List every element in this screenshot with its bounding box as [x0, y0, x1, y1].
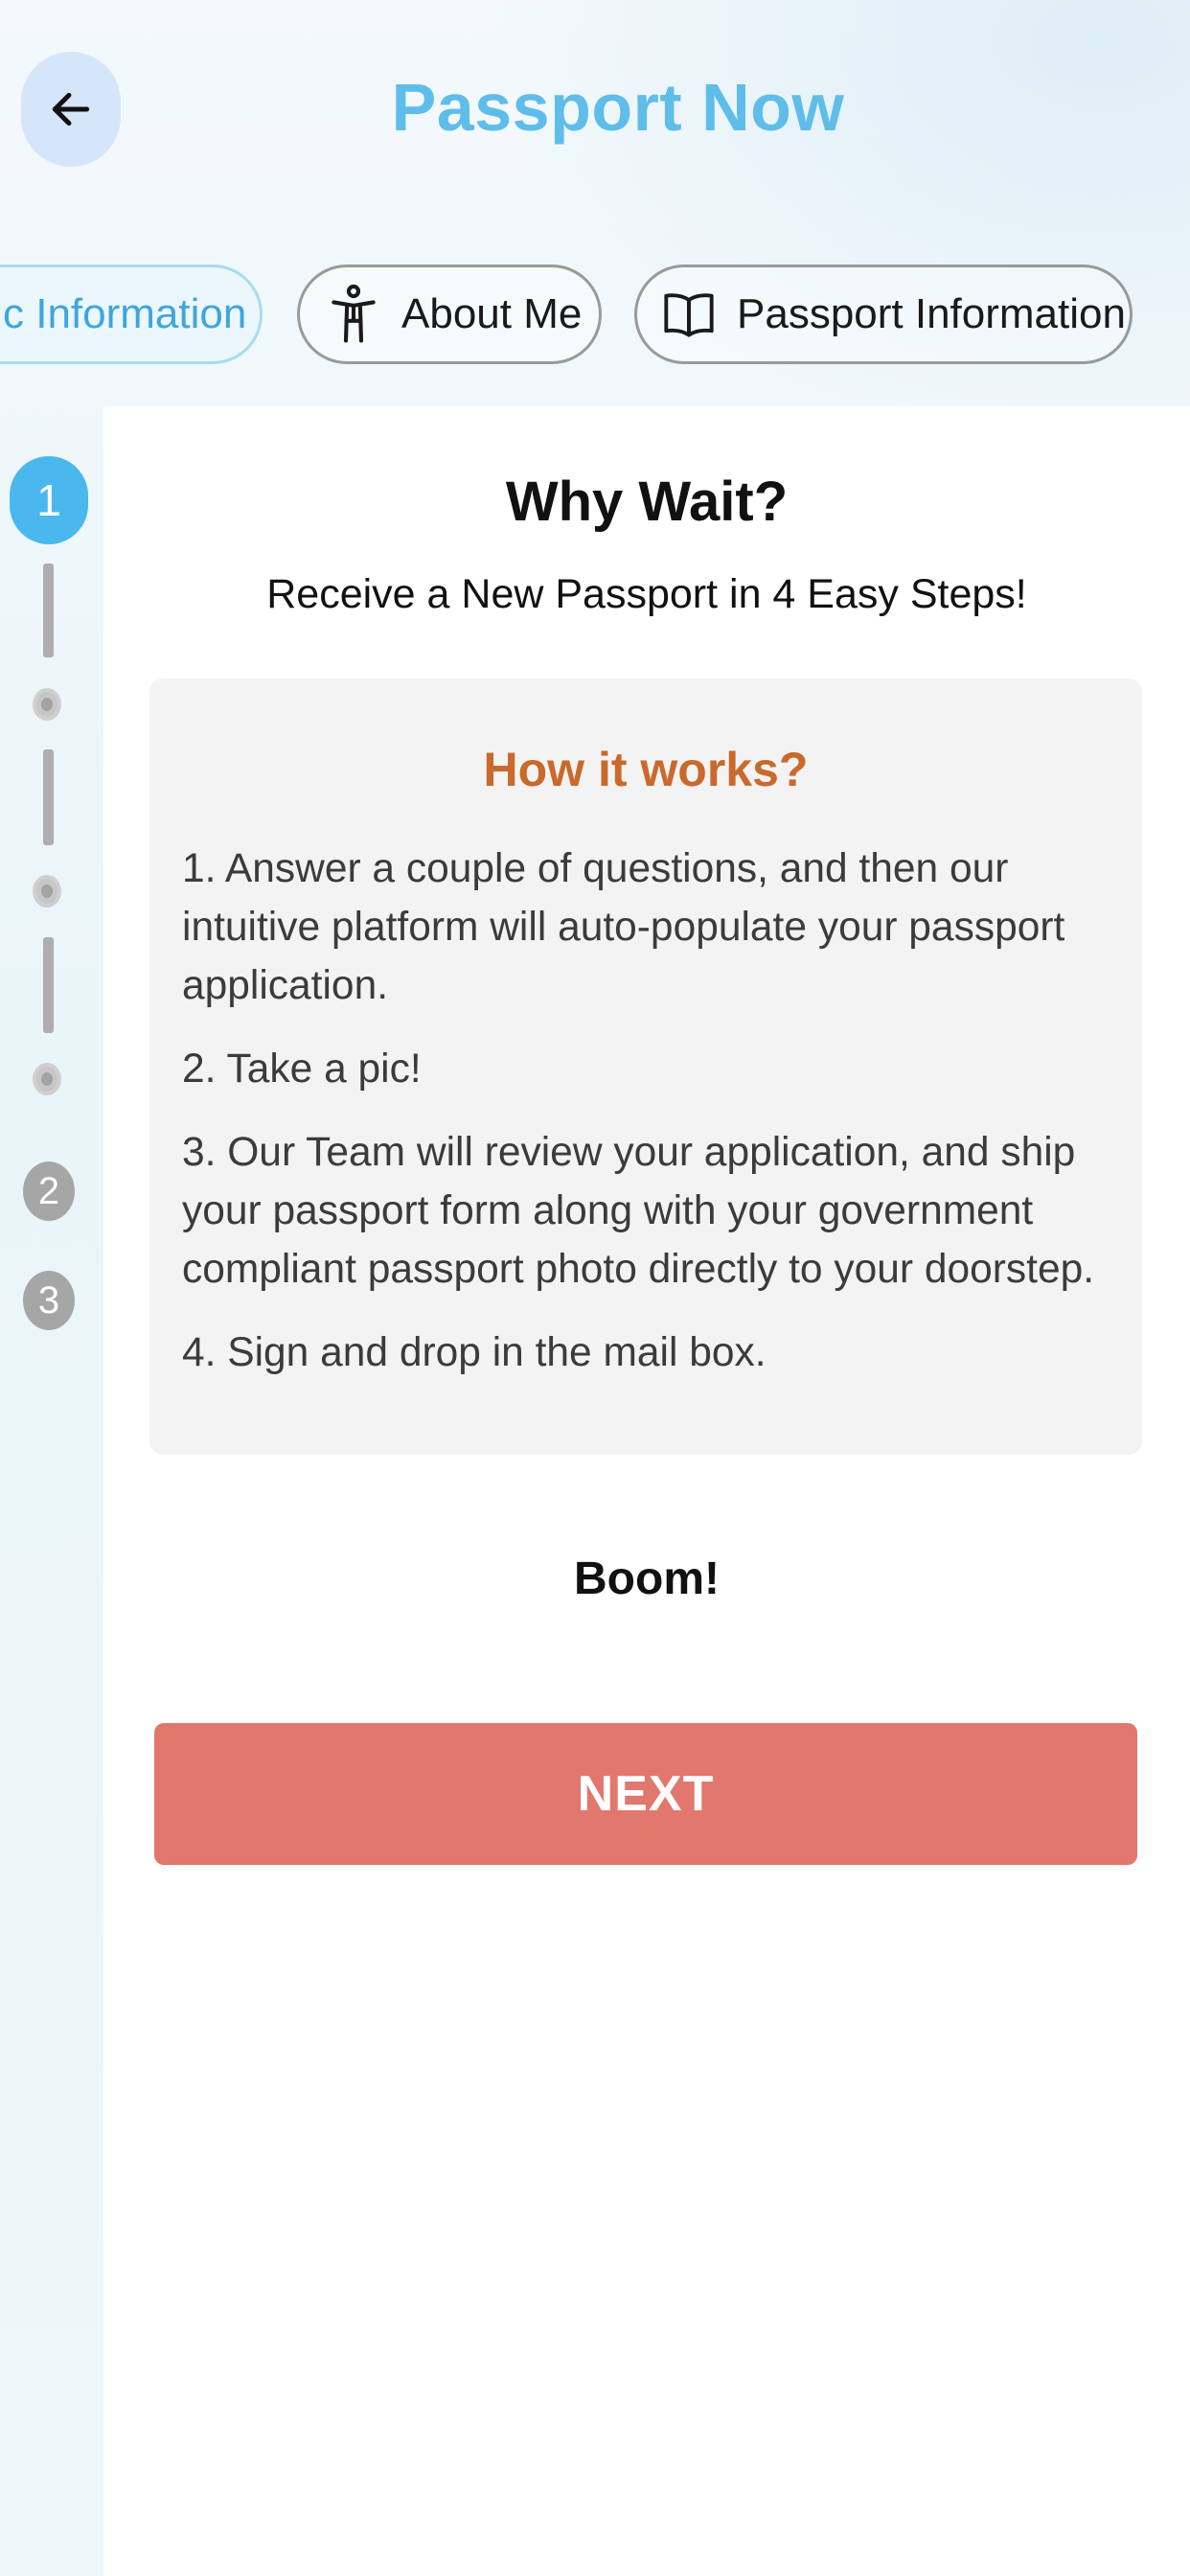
how-it-works-list: 1. Answer a couple of questions, and the…: [182, 840, 1121, 1407]
step-connector: [43, 749, 54, 845]
substep-dot: [33, 1063, 61, 1095]
how-it-works-panel: How it works? 1. Answer a couple of ques…: [149, 678, 1142, 1455]
step-connector: [43, 937, 54, 1033]
how-it-works-step: 1. Answer a couple of questions, and the…: [182, 846, 1065, 1008]
page-subheading: Receive a New Passport in 4 Easy Steps!: [266, 571, 1027, 617]
accessibility-person-icon: [327, 284, 380, 345]
substep-dot: [33, 688, 61, 721]
tab-passport-information[interactable]: Passport Information: [634, 264, 1133, 364]
tab-label: c Information: [3, 290, 247, 337]
tab-label: About Me: [401, 290, 583, 337]
tab-label: Passport Information: [737, 290, 1126, 337]
tab-about-me[interactable]: About Me: [297, 264, 602, 364]
section-tabs: c Information About Me Passport Informat…: [0, 264, 1190, 370]
next-button[interactable]: NEXT: [154, 1723, 1137, 1865]
arrow-left-icon: [52, 92, 90, 126]
step-3-indicator: 3: [23, 1271, 75, 1330]
app-header: Passport Now: [0, 0, 1190, 220]
step-connector: [43, 564, 54, 657]
tab-basic-information[interactable]: c Information: [0, 264, 263, 364]
how-it-works-title: How it works?: [483, 743, 809, 796]
how-it-works-step: 4. Sign and drop in the mail box.: [182, 1330, 767, 1375]
page-heading: Why Wait?: [505, 471, 789, 533]
step-1-indicator: 1: [10, 456, 88, 544]
how-it-works-step: 3. Our Team will review your application…: [182, 1130, 1095, 1292]
app-title: Passport Now: [391, 70, 845, 145]
closing-text: Boom!: [574, 1553, 720, 1604]
step-2-indicator: 2: [23, 1162, 75, 1221]
substep-dot: [33, 875, 61, 908]
open-book-icon: [662, 284, 716, 345]
how-it-works-step: 2. Take a pic!: [182, 1046, 422, 1092]
back-button[interactable]: [21, 52, 121, 167]
